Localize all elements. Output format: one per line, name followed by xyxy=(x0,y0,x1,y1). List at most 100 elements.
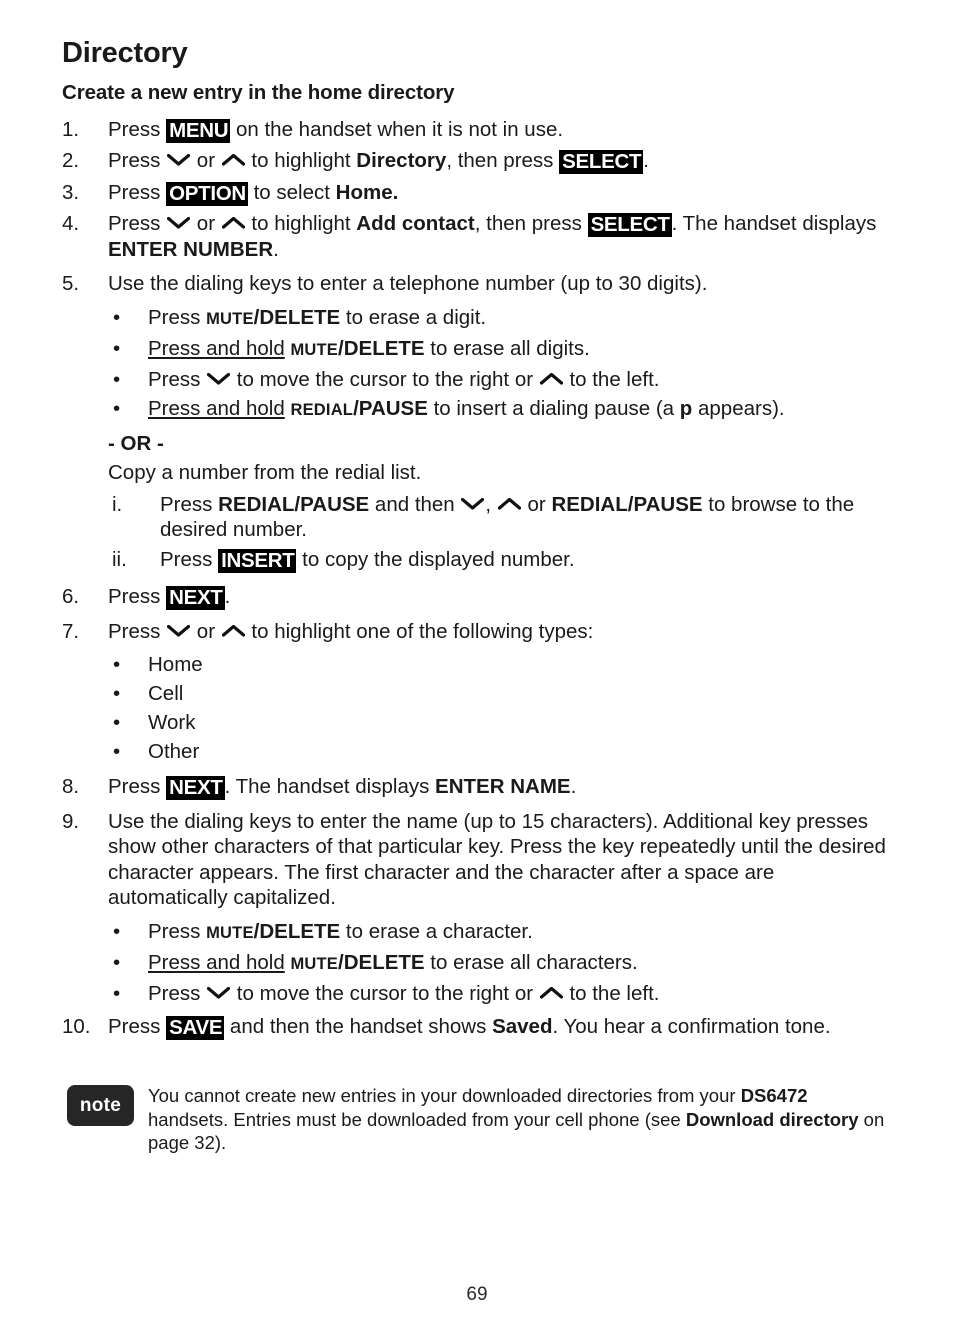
step-6-number: 6. xyxy=(62,585,80,609)
step-2-post: . xyxy=(643,149,649,173)
section-heading: Create a new entry in the home directory xyxy=(62,81,455,105)
up-chevron-icon xyxy=(221,154,245,167)
bullet-post2: appears). xyxy=(692,396,785,420)
step-10-post: . You hear a confirmation tone. xyxy=(552,1014,831,1038)
bullet-mid: to move the cursor to the right or xyxy=(231,981,539,1005)
delete-label: /DELETE xyxy=(338,336,425,360)
step-8-text: Press NEXT. The handset displays ENTER N… xyxy=(108,775,577,801)
step-7: 7. Press or to highlight one of the foll… xyxy=(62,619,892,645)
step-2-or: or xyxy=(191,149,221,173)
step-5-bullet-list: • Press MUTE/DELETE to erase a digit. • Pr… xyxy=(62,303,892,425)
substep-i-number: i. xyxy=(112,492,123,516)
note-line-2: handsets. Entries must be downloaded fro… xyxy=(148,1108,686,1130)
list-item: • Press MUTE/DELETE to erase a digit. xyxy=(62,303,892,334)
substep-ii: ii. Press INSERT to copy the displayed n… xyxy=(62,547,892,573)
step-4: 4. Press or to highlight Add contact, th… xyxy=(62,211,892,262)
down-chevron-icon xyxy=(167,154,191,167)
step-3-mid: to select xyxy=(247,180,336,204)
step-10: 10. Press SAVE and then the handset show… xyxy=(62,1014,892,1040)
step-10-pre: Press xyxy=(108,1014,167,1038)
mute-label: MUTE xyxy=(290,954,339,973)
step-6-pre: Press xyxy=(108,585,167,609)
step-8-post: . xyxy=(570,775,577,799)
bullet-dot-icon: • xyxy=(113,653,121,677)
page-number: 69 xyxy=(466,1284,488,1305)
page-title: Directory xyxy=(62,37,188,69)
bullet-post: to insert a dialing pause (a xyxy=(427,396,680,420)
step-1-number: 1. xyxy=(62,117,80,141)
select-key-badge[interactable]: SELECT xyxy=(587,213,672,238)
next-key-badge[interactable]: NEXT xyxy=(166,776,225,801)
pause-char-p: p xyxy=(679,396,693,420)
menu-key-badge[interactable]: MENU xyxy=(166,118,231,143)
step-9-bullet-list: • Press MUTE/DELETE to erase a character.… xyxy=(62,917,892,1008)
step-8-number: 8. xyxy=(62,775,80,799)
next-key-badge[interactable]: NEXT xyxy=(166,586,225,611)
step-3: 3. Press OPTION to select Home. xyxy=(62,180,892,206)
substep-i-sep: , xyxy=(485,492,497,516)
up-chevron-icon xyxy=(221,217,245,230)
step-1-post: on the handset when it is not in use. xyxy=(230,117,564,141)
note-badge: note xyxy=(67,1085,134,1127)
step-9: 9. Use the dialing keys to enter the nam… xyxy=(62,809,892,911)
option-key-badge[interactable]: OPTION xyxy=(166,181,248,206)
bullet-dot-icon: • xyxy=(113,396,121,420)
page-content: Directory Create a new entry in the home… xyxy=(62,38,892,1155)
step-6: 6. Press NEXT. xyxy=(62,584,892,611)
delete-label: /DELETE xyxy=(253,305,341,329)
bullet-pre: Press xyxy=(148,919,207,943)
save-key-badge[interactable]: SAVE xyxy=(166,1015,225,1040)
step-10-number: 10. xyxy=(62,1014,91,1038)
step-5: 5. Use the dialing keys to enter a telep… xyxy=(62,271,892,297)
step-4-post: . The handset displays xyxy=(671,212,877,236)
step-7-text: Press or to highlight one of the followi… xyxy=(108,620,593,643)
step-1-pre: Press xyxy=(108,117,167,141)
step-3-bold-home: Home. xyxy=(335,180,399,204)
bullet-dot-icon: • xyxy=(113,711,121,735)
bullet-pre: Press xyxy=(148,305,207,329)
bullet-post: to the left. xyxy=(563,981,660,1005)
step-2-bold-directory: Directory xyxy=(356,149,447,173)
step-7-number: 7. xyxy=(62,619,80,643)
step-2-mid: to highlight xyxy=(245,149,357,173)
bullet-pre: Press xyxy=(148,367,207,391)
redial-pause-label-2: REDIAL/PAUSE xyxy=(551,492,703,516)
step-7-post: to highlight one of the following types: xyxy=(245,619,594,643)
type-work: Work xyxy=(148,711,196,735)
step-10-mid: and then the handset shows xyxy=(224,1014,493,1038)
note-line-1: You cannot create new entries in your do… xyxy=(148,1085,741,1107)
insert-key-badge[interactable]: INSERT xyxy=(218,548,297,573)
step-10-bold-saved: Saved xyxy=(492,1014,553,1038)
step-2: 2. Press or to highlight Directory, then… xyxy=(62,148,892,175)
list-item: • Press MUTE/DELETE to erase a character. xyxy=(62,917,892,948)
bullet-mid: to move the cursor to the right or xyxy=(231,367,539,391)
step-2-number: 2. xyxy=(62,149,80,173)
redial-pause-label: REDIAL/PAUSE xyxy=(218,492,370,516)
mute-label: MUTE xyxy=(206,309,254,328)
step-1: 1. Press MENU on the handset when it is … xyxy=(62,117,892,143)
substep-i-text: Press REDIAL/PAUSE and then , or REDIAL/… xyxy=(160,493,854,542)
copy-from-redial-text: Copy a number from the redial list. xyxy=(108,460,422,484)
step-7-or: or xyxy=(191,619,221,643)
press-and-hold-underline: Press and hold xyxy=(148,950,285,974)
step-4-pre: Press xyxy=(108,212,167,236)
select-key-badge[interactable]: SELECT xyxy=(559,150,644,175)
list-item: • Press to move the cursor to the right o… xyxy=(62,979,892,1008)
step-6-text: Press NEXT. xyxy=(108,585,231,611)
down-chevron-icon xyxy=(207,986,231,999)
bullet-post: to the left. xyxy=(563,367,660,391)
substep-i: i. Press REDIAL/PAUSE and then , or REDI… xyxy=(62,492,892,543)
note-text: You cannot create new entries in your do… xyxy=(148,1083,892,1155)
press-and-hold-underline: Press and hold xyxy=(148,396,285,420)
step-4-mid2: , then press xyxy=(474,212,588,236)
step-8-bold-enter-name: ENTER NAME xyxy=(435,775,571,799)
step-2-pre: Press xyxy=(108,149,167,173)
type-home: Home xyxy=(148,653,203,677)
bullet-dot-icon: • xyxy=(113,919,121,943)
or-separator: - OR - xyxy=(108,431,164,455)
step-6-post: . xyxy=(224,585,231,609)
bullet-dot-icon: • xyxy=(113,950,121,974)
step-4-number: 4. xyxy=(62,212,80,236)
up-chevron-icon xyxy=(497,497,521,510)
note-model-ds6472: DS6472 xyxy=(740,1085,808,1107)
